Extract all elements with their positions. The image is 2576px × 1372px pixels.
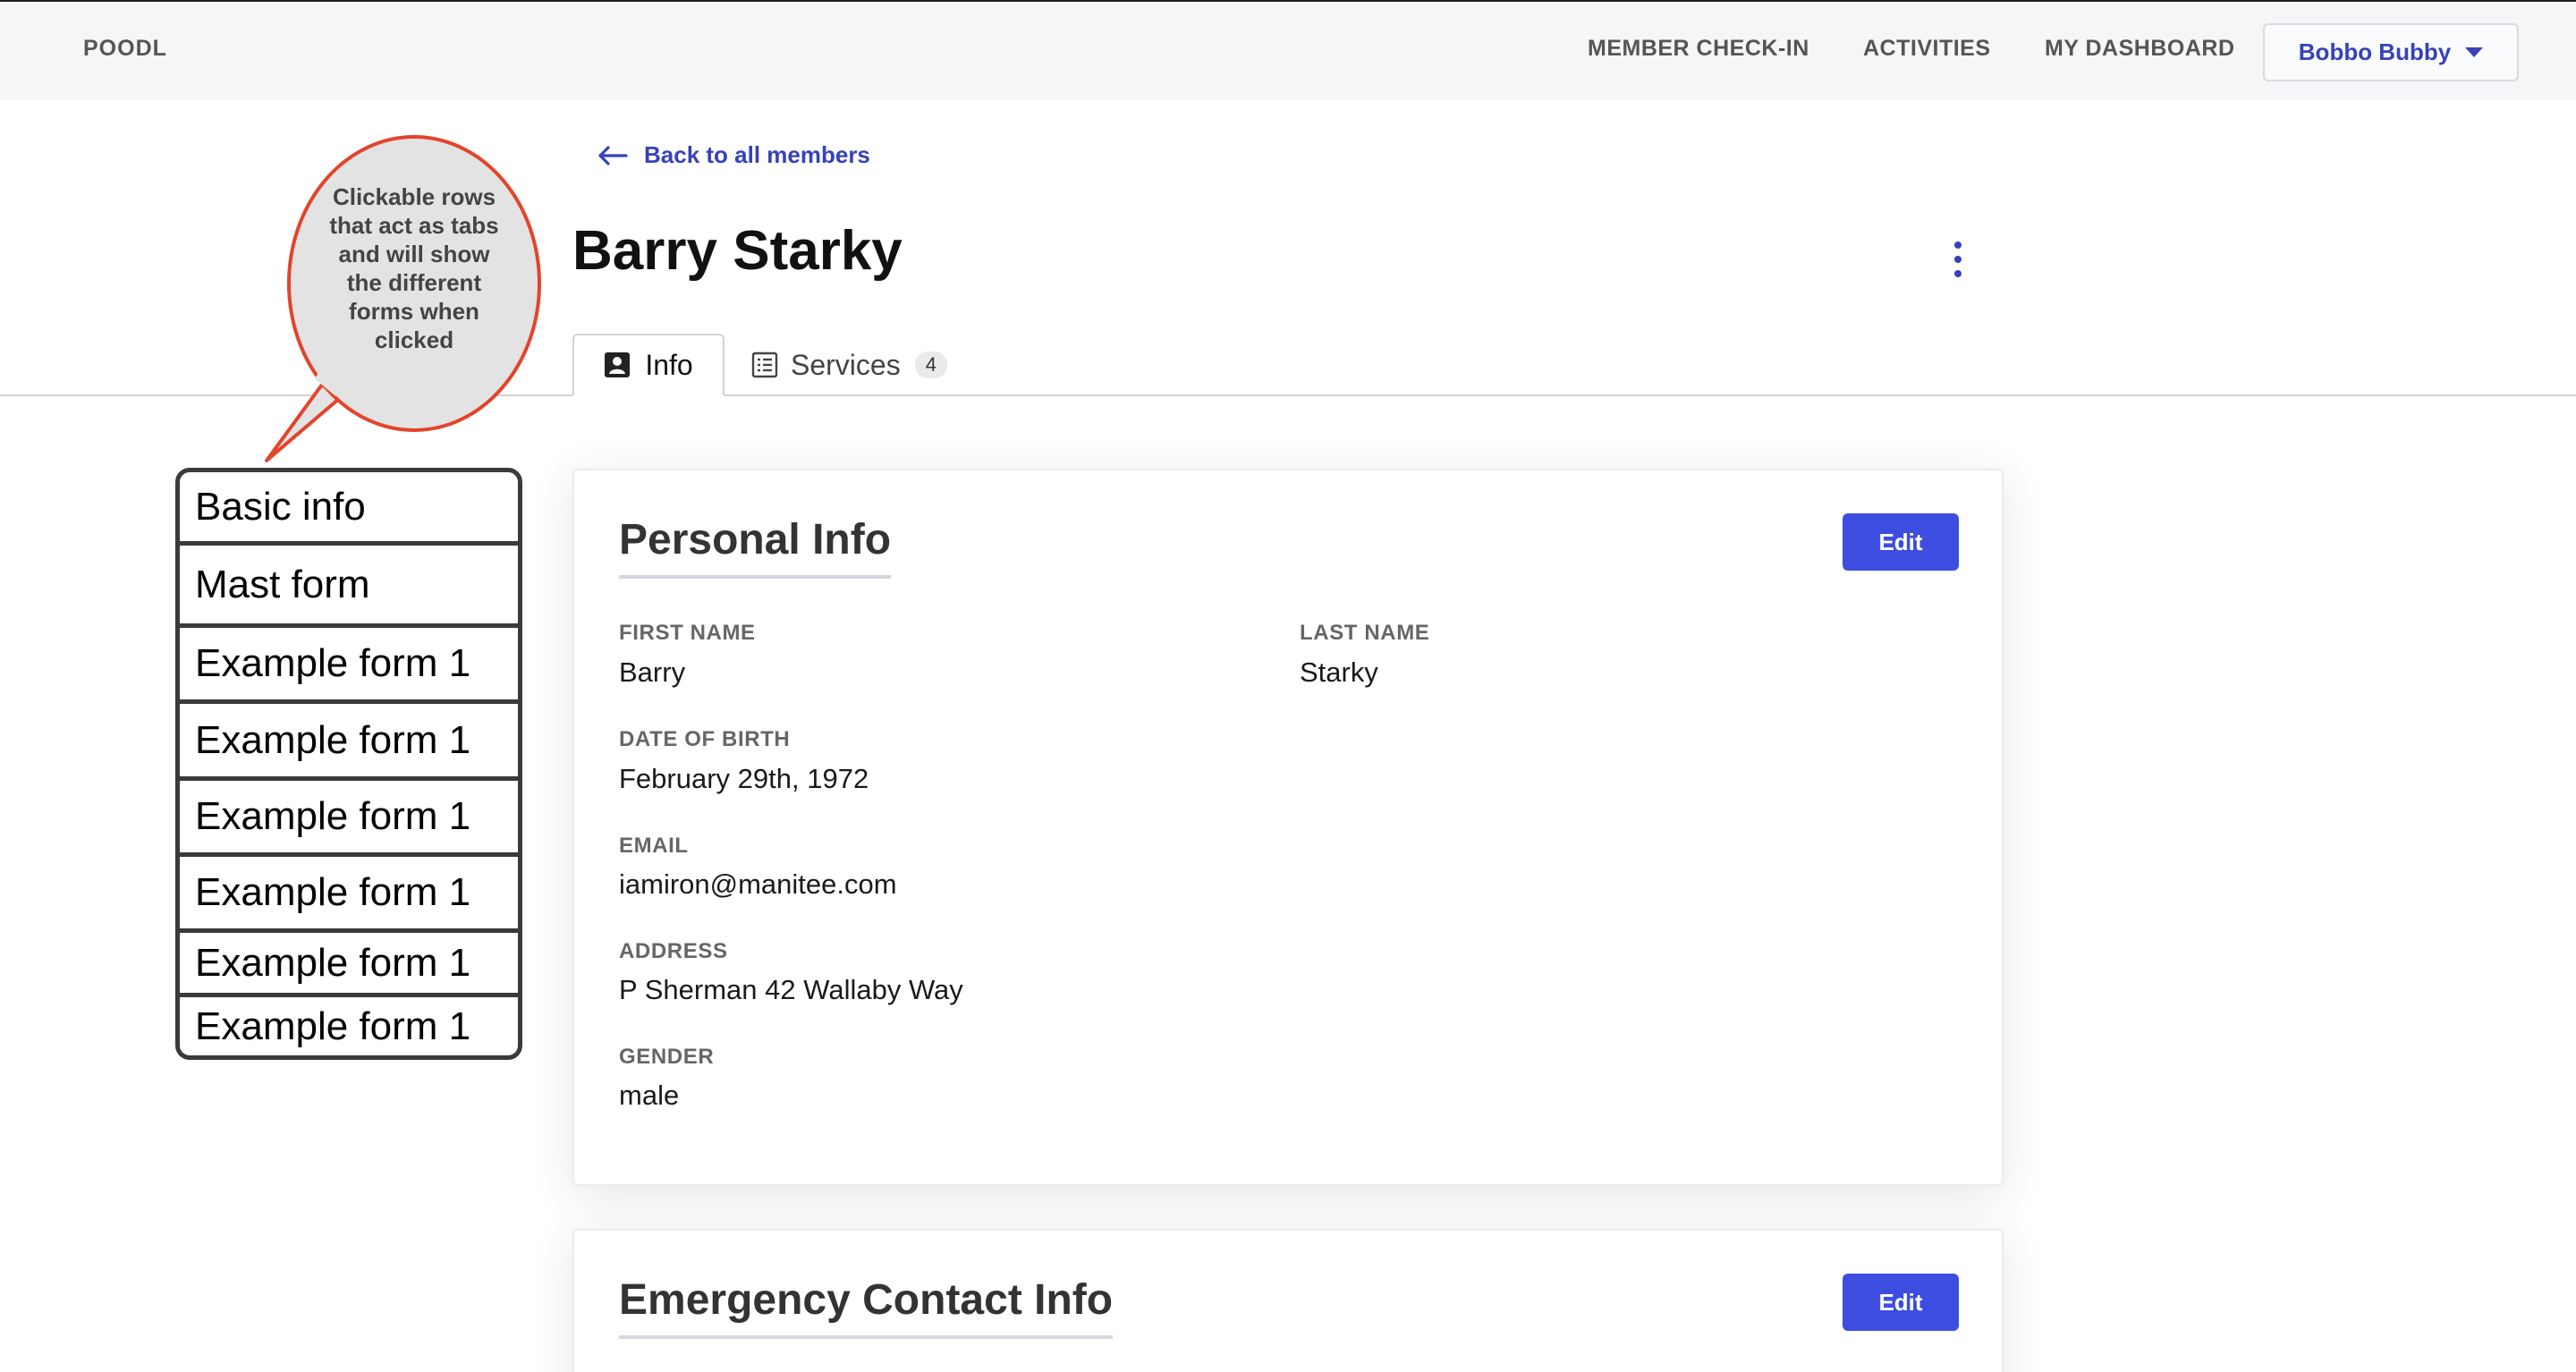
more-options-icon[interactable] <box>1946 241 1970 277</box>
last-name-label: LAST NAME <box>1300 621 1430 645</box>
dob-value: February 29th, 1972 <box>619 763 869 794</box>
tab-info-label: Info <box>645 348 693 381</box>
list-icon <box>751 351 778 378</box>
address-label: ADDRESS <box>619 939 728 963</box>
side-tab-example-form[interactable]: Example form 1 <box>180 628 518 704</box>
user-menu-button[interactable]: Bobbo Bubby <box>2263 23 2519 81</box>
gender-value: male <box>619 1080 680 1111</box>
tab-info[interactable]: Info <box>572 334 724 396</box>
nav-my-dashboard[interactable]: MY DASHBOARD <box>2045 36 2235 62</box>
page-title: Barry Starky <box>572 220 902 282</box>
personal-info-title: Personal Info <box>619 515 892 579</box>
tab-services-label: Services <box>791 348 901 381</box>
emergency-contact-card: Emergency Contact Info Edit <box>572 1229 2004 1372</box>
last-name-value: Starky <box>1300 656 1378 688</box>
back-link-label: Back to all members <box>644 141 870 168</box>
side-tab-mast-form[interactable]: Mast form <box>180 546 518 628</box>
arrow-left-icon <box>598 145 628 165</box>
caret-down-icon <box>2465 47 2484 57</box>
first-name-label: FIRST NAME <box>619 621 756 645</box>
address-value: P Sherman 42 Wallaby Way <box>619 974 963 1005</box>
side-tab-basic-info[interactable]: Basic info <box>180 472 518 546</box>
back-to-members-link[interactable]: Back to all members <box>597 141 870 169</box>
nav-member-check-in[interactable]: MEMBER CHECK-IN <box>1588 36 1809 62</box>
edit-personal-info-button[interactable]: Edit <box>1843 513 1959 571</box>
user-name: Bobbo Bubby <box>2298 38 2452 65</box>
personal-info-card: Personal Info Edit FIRST NAME Barry LAST… <box>572 469 2004 1186</box>
contact-card-icon <box>605 352 631 377</box>
brand-logo[interactable]: POODL <box>83 36 167 62</box>
side-form-tabs: Basic info Mast form Example form 1 Exam… <box>175 468 522 1060</box>
email-label: EMAIL <box>619 834 689 858</box>
email-value: iamiron@manitee.com <box>619 868 897 900</box>
side-tab-example-form[interactable]: Example form 1 <box>180 781 518 857</box>
side-tab-example-form[interactable]: Example form 1 <box>180 933 518 997</box>
emergency-contact-title: Emergency Contact Info <box>619 1275 1114 1339</box>
gender-label: GENDER <box>619 1045 715 1069</box>
side-tab-example-form[interactable]: Example form 1 <box>180 857 518 933</box>
edit-emergency-contact-button[interactable]: Edit <box>1843 1274 1959 1331</box>
callout-text: Clickable rows that act as tabs and will… <box>329 183 499 353</box>
top-navbar: POODL MEMBER CHECK-IN ACTIVITIES MY DASH… <box>0 0 2576 100</box>
side-tab-example-form[interactable]: Example form 1 <box>180 704 518 781</box>
nav-activities[interactable]: ACTIVITIES <box>1863 36 1991 62</box>
tab-services[interactable]: Services 4 <box>751 334 947 396</box>
side-tab-example-form[interactable]: Example form 1 <box>180 997 518 1055</box>
dob-label: DATE OF BIRTH <box>619 727 791 751</box>
first-name-value: Barry <box>619 656 686 688</box>
services-count-badge: 4 <box>914 351 947 378</box>
